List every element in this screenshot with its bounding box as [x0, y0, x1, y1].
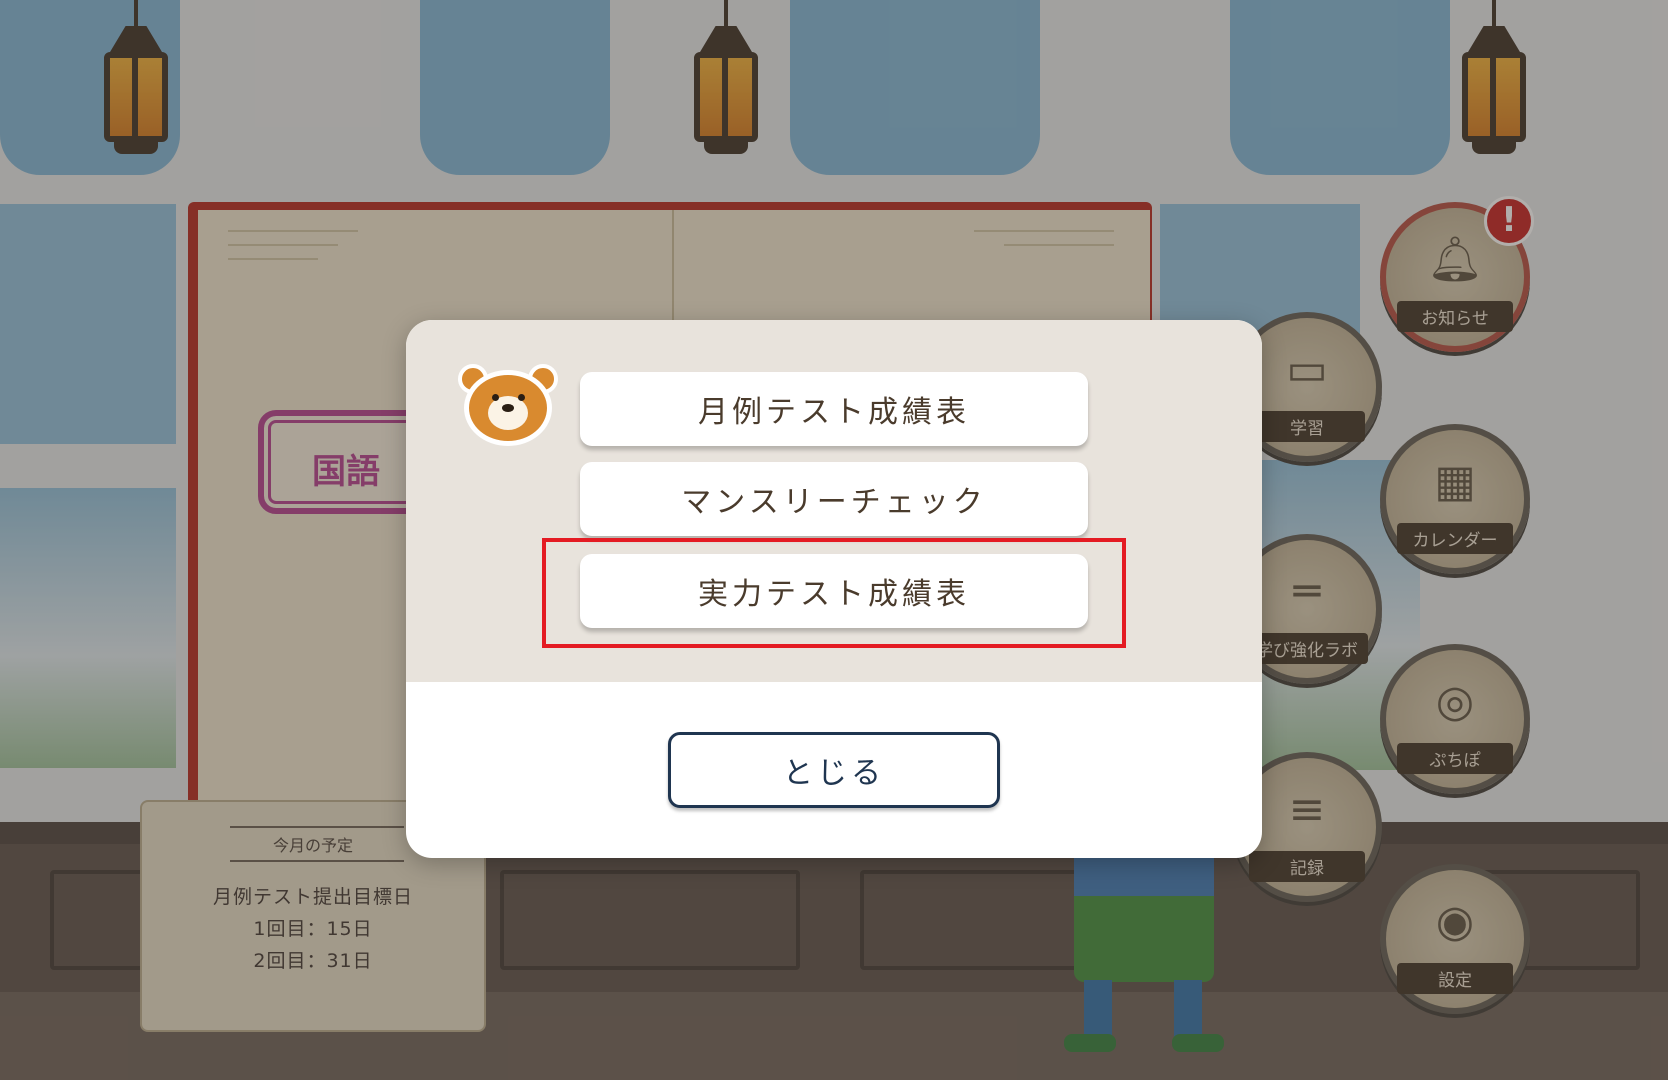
close-button[interactable]: とじる	[668, 732, 1000, 808]
monthly-check-button[interactable]: マンスリーチェック	[580, 462, 1088, 536]
bear-mascot-icon	[458, 360, 558, 450]
monthly-test-report-button[interactable]: 月例テスト成績表	[580, 372, 1088, 446]
dialog-menu-area: 月例テスト成績表 マンスリーチェック 実力テスト成績表	[406, 320, 1262, 682]
report-menu-dialog: 月例テスト成績表 マンスリーチェック 実力テスト成績表 とじる	[406, 320, 1262, 858]
proficiency-test-report-button[interactable]: 実力テスト成績表	[580, 554, 1088, 628]
